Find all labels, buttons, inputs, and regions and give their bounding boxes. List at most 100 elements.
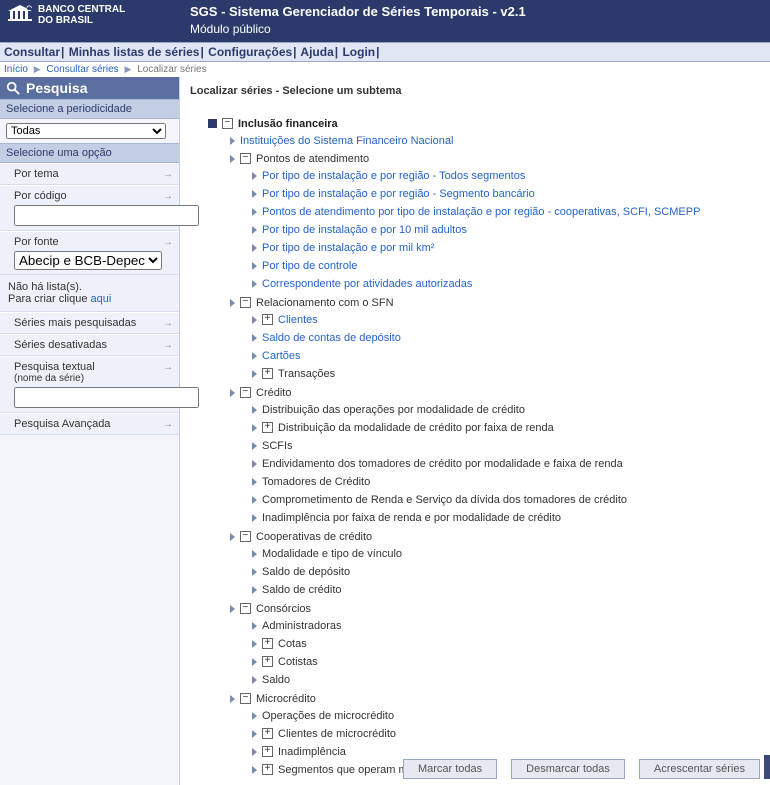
tree-item[interactable]: Saldo de contas de depósito [262, 330, 401, 346]
desmarcar-todas-button[interactable]: Desmarcar todas [511, 759, 625, 779]
tree-item[interactable]: Cotas [278, 636, 307, 652]
option-desativadas-label: Séries desativadas [14, 339, 107, 351]
menu-minhas-listas[interactable]: Minhas listas de séries [69, 45, 200, 59]
tree-item[interactable]: Distribuição das operações por modalidad… [262, 402, 525, 418]
breadcrumb-consultar[interactable]: Consultar séries [46, 64, 118, 75]
caret-icon [252, 424, 257, 432]
tree-item[interactable]: Por tipo de instalação e por região - Se… [262, 186, 535, 202]
tree-item[interactable]: Inadimplência [278, 744, 346, 760]
tree-item[interactable]: Cartões [262, 348, 301, 364]
footer-decoration [764, 755, 770, 779]
caret-icon [252, 478, 257, 486]
logo-text-2: DO BRASIL [38, 15, 125, 26]
tree-item[interactable]: Por tipo de controle [262, 258, 357, 274]
caret-icon [252, 280, 257, 288]
tree-group-coop[interactable]: Cooperativas de crédito [256, 529, 372, 545]
textual-input[interactable] [14, 387, 199, 408]
caret-icon [252, 406, 257, 414]
caret-icon [252, 658, 257, 666]
app-header: BANCO CENTRAL DO BRASIL SGS - Sistema Ge… [0, 0, 770, 42]
tree-item[interactable]: SCFIs [262, 438, 293, 454]
tree-item[interactable]: Clientes de microcrédito [278, 726, 396, 742]
option-desativadas[interactable]: Séries desativadas → [0, 334, 179, 356]
caret-icon [252, 442, 257, 450]
tree-item[interactable]: Por tipo de instalação e por mil km² [262, 240, 434, 256]
collapse-icon[interactable]: − [240, 603, 251, 614]
menu-configuracoes[interactable]: Configurações [208, 45, 292, 59]
breadcrumb-home[interactable]: Início [4, 64, 28, 75]
option-por-tema[interactable]: Por tema → [0, 163, 179, 185]
tree-group-credito[interactable]: Crédito [256, 385, 291, 401]
tree-item[interactable]: Por tipo de instalação e por 10 mil adul… [262, 222, 467, 238]
periodicidade-select[interactable]: Todas [6, 123, 166, 139]
option-mais-pesquisadas[interactable]: Séries mais pesquisadas → [0, 312, 179, 334]
sidebar: Pesquisa Selecione a periodicidade Todas… [0, 77, 180, 785]
expand-icon[interactable]: + [262, 656, 273, 667]
tree-item[interactable]: Inadimplência por faixa de renda e por m… [262, 510, 561, 526]
acrescentar-series-button[interactable]: Acrescentar séries [639, 759, 760, 779]
criar-lista-link[interactable]: aqui [91, 293, 112, 305]
tree-item[interactable]: Por tipo de instalação e por região - To… [262, 168, 525, 184]
menu-ajuda[interactable]: Ajuda [300, 45, 333, 59]
collapse-icon[interactable]: − [240, 297, 251, 308]
tree-item[interactable]: Modalidade e tipo de vínculo [262, 546, 402, 562]
tree-item[interactable]: Distribuição da modalidade de crédito po… [278, 420, 554, 436]
tree-item[interactable]: Endividamento dos tomadores de crédito p… [262, 456, 623, 472]
theme-tree: − Inclusão financeira Instituições do Si… [190, 115, 760, 781]
option-pesquisa-textual[interactable]: Pesquisa textual → (nome da série) [0, 356, 179, 413]
go-icon: → [163, 362, 173, 373]
periodicidade-label: Selecione a periodicidade [0, 99, 179, 119]
tree-root[interactable]: Inclusão financeira [238, 116, 338, 132]
option-avancada[interactable]: Pesquisa Avançada → [0, 413, 179, 435]
expand-icon[interactable]: + [262, 728, 273, 739]
tree-item[interactable]: Pontos de atendimento por tipo de instal… [262, 204, 700, 220]
lista-note-1: Não há lista(s). [8, 281, 171, 293]
tree-item[interactable]: Clientes [278, 312, 318, 328]
collapse-icon[interactable]: − [240, 387, 251, 398]
caret-icon [252, 460, 257, 468]
option-por-codigo[interactable]: Por código → [0, 185, 179, 231]
tree-group-sfn[interactable]: Relacionamento com o SFN [256, 295, 394, 311]
caret-icon [252, 262, 257, 270]
caret-icon [252, 748, 257, 756]
caret-icon [252, 586, 257, 594]
caret-icon [252, 730, 257, 738]
codigo-input[interactable] [14, 205, 199, 226]
tree-item[interactable]: Cotistas [278, 654, 318, 670]
fonte-select[interactable]: Abecip e BCB-Depec [14, 251, 162, 270]
tree-item[interactable]: Tomadores de Crédito [262, 474, 370, 490]
marcar-todas-button[interactable]: Marcar todas [403, 759, 497, 779]
tree-item[interactable]: Transações [278, 366, 335, 382]
menu-login[interactable]: Login [342, 45, 375, 59]
tree-item[interactable]: Operações de microcrédito [262, 708, 394, 724]
tree-group-consorcios[interactable]: Consórcios [256, 601, 311, 617]
collapse-icon[interactable]: − [240, 693, 251, 704]
option-por-fonte[interactable]: Por fonte → Abecip e BCB-Depec [0, 231, 179, 275]
tree-item-instituicoes[interactable]: Instituições do Sistema Financeiro Nacio… [240, 133, 453, 149]
tree-item[interactable]: Saldo [262, 672, 290, 688]
collapse-icon[interactable]: − [222, 118, 233, 129]
tree-item[interactable]: Correspondente por atividades autorizada… [262, 276, 472, 292]
tree-item[interactable]: Saldo de depósito [262, 564, 350, 580]
caret-icon [252, 766, 257, 774]
sidebar-search-title: Pesquisa [26, 80, 87, 96]
caret-icon [252, 622, 257, 630]
expand-icon[interactable]: + [262, 314, 273, 325]
collapse-icon[interactable]: − [240, 531, 251, 542]
menu-consultar[interactable]: Consultar [4, 45, 60, 59]
expand-icon[interactable]: + [262, 638, 273, 649]
caret-icon [252, 370, 257, 378]
tree-group-pontos[interactable]: Pontos de atendimento [256, 151, 369, 167]
expand-icon[interactable]: + [262, 764, 273, 775]
expand-icon[interactable]: + [262, 368, 273, 379]
expand-icon[interactable]: + [262, 422, 273, 433]
go-icon: → [163, 318, 173, 329]
breadcrumb-current: Localizar séries [137, 64, 206, 75]
page-title: Localizar séries - Selecione um subtema [190, 85, 760, 97]
tree-group-micro[interactable]: Microcrédito [256, 691, 316, 707]
collapse-icon[interactable]: − [240, 153, 251, 164]
tree-item[interactable]: Administradoras [262, 618, 341, 634]
tree-item[interactable]: Comprometimento de Renda e Serviço da dí… [262, 492, 627, 508]
tree-item[interactable]: Saldo de crédito [262, 582, 342, 598]
caret-icon [252, 550, 257, 558]
